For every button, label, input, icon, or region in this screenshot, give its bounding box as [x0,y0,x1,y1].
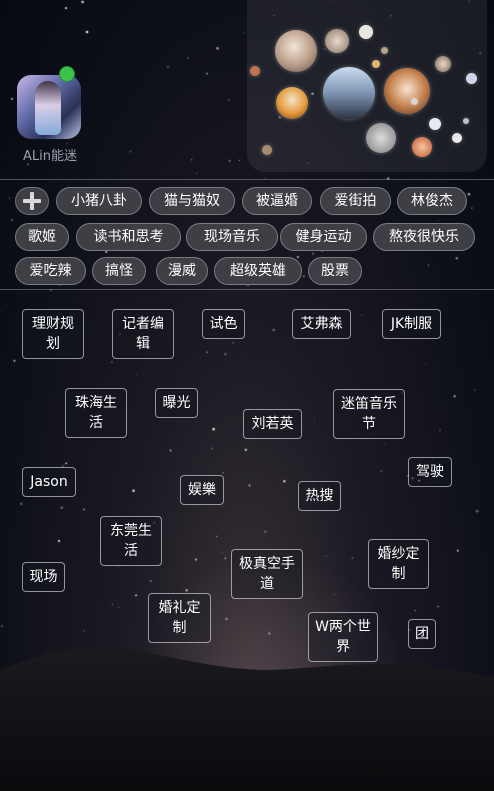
category-chip[interactable]: 现场音乐 [186,223,278,251]
plus-icon [23,192,41,210]
floating-tag[interactable]: 团 [408,619,436,649]
avatar-bubble-17[interactable] [411,98,418,105]
category-chip[interactable]: 读书和思考 [76,223,181,251]
category-chip[interactable]: 歌姬 [15,223,69,251]
floating-tag[interactable]: 驾驶 [408,457,452,487]
avatar-bubble-2[interactable] [325,29,349,53]
floating-tag[interactable]: 珠海生活 [65,388,127,438]
avatar-bubble-9[interactable] [435,56,451,72]
avatar-bubble-3[interactable] [359,25,373,39]
floating-tag[interactable]: 曝光 [155,388,198,418]
avatar-bubble-13[interactable] [262,145,272,155]
floating-tag[interactable]: 艾弗森 [292,309,351,339]
category-chip[interactable]: 猫与猫奴 [149,187,235,215]
avatar-bubble-4[interactable] [276,87,308,119]
divider-top [0,179,494,180]
floating-tag[interactable]: Jason [22,467,76,497]
avatar-bubble-14[interactable] [250,66,260,76]
avatar-bubble-6[interactable] [384,68,430,114]
category-chip[interactable]: 爱街拍 [320,187,391,215]
floating-tag[interactable]: 理财规划 [22,309,84,359]
floating-tag[interactable]: 试色 [202,309,245,339]
user-avatar[interactable] [17,75,81,139]
avatar-bubble-11[interactable] [452,133,462,143]
avatar-bubble-7[interactable] [366,123,396,153]
avatar-bubble-16[interactable] [381,47,388,54]
category-chip[interactable]: 超级英雄 [214,257,302,285]
category-chip[interactable]: 小猪八卦 [56,187,142,215]
avatar-figure [35,81,61,135]
username-label: ALin能迷 [23,149,77,164]
category-chip[interactable]: 股票 [308,257,362,285]
floating-tag[interactable]: 东莞生活 [100,516,162,566]
category-chip[interactable]: 健身运动 [280,223,367,251]
floating-tag[interactable]: 刘若英 [243,409,302,439]
floating-tag[interactable]: 婚纱定制 [368,539,429,589]
avatar-bubble-8[interactable] [412,137,432,157]
floating-tag[interactable]: 记者编辑 [112,309,174,359]
category-chip[interactable]: 林俊杰 [397,187,467,215]
floating-tag[interactable]: W两个世界 [308,612,378,662]
avatar-bubble-5[interactable] [323,67,375,119]
online-status-dot [59,66,75,82]
add-category-button[interactable] [15,187,49,215]
category-chip[interactable]: 漫威 [156,257,208,285]
avatar-bubble-10[interactable] [429,118,441,130]
floating-tag[interactable]: 迷笛音乐节 [333,389,405,439]
floating-tag[interactable]: 婚礼定制 [148,593,211,643]
category-chip[interactable]: 熬夜很快乐 [373,223,475,251]
category-chip[interactable]: 爱吃辣 [15,257,86,285]
category-chip[interactable]: 被逼婚 [242,187,312,215]
floating-tag[interactable]: 热搜 [298,481,341,511]
floating-tag[interactable]: 现场 [22,562,65,592]
avatar-bubble-1[interactable] [275,30,317,72]
divider-bottom [0,289,494,290]
floating-tag[interactable]: JK制服 [382,309,441,339]
mountain-silhouette [0,647,494,791]
avatar-bubble-12[interactable] [466,73,477,84]
floating-tag[interactable]: 极真空手道 [231,549,303,599]
floating-tag[interactable]: 娱樂 [180,475,224,505]
followed-avatars-panel[interactable] [247,0,487,172]
avatar-bubble-18[interactable] [463,118,469,124]
avatar-bubble-15[interactable] [372,60,380,68]
category-chip[interactable]: 搞怪 [92,257,146,285]
